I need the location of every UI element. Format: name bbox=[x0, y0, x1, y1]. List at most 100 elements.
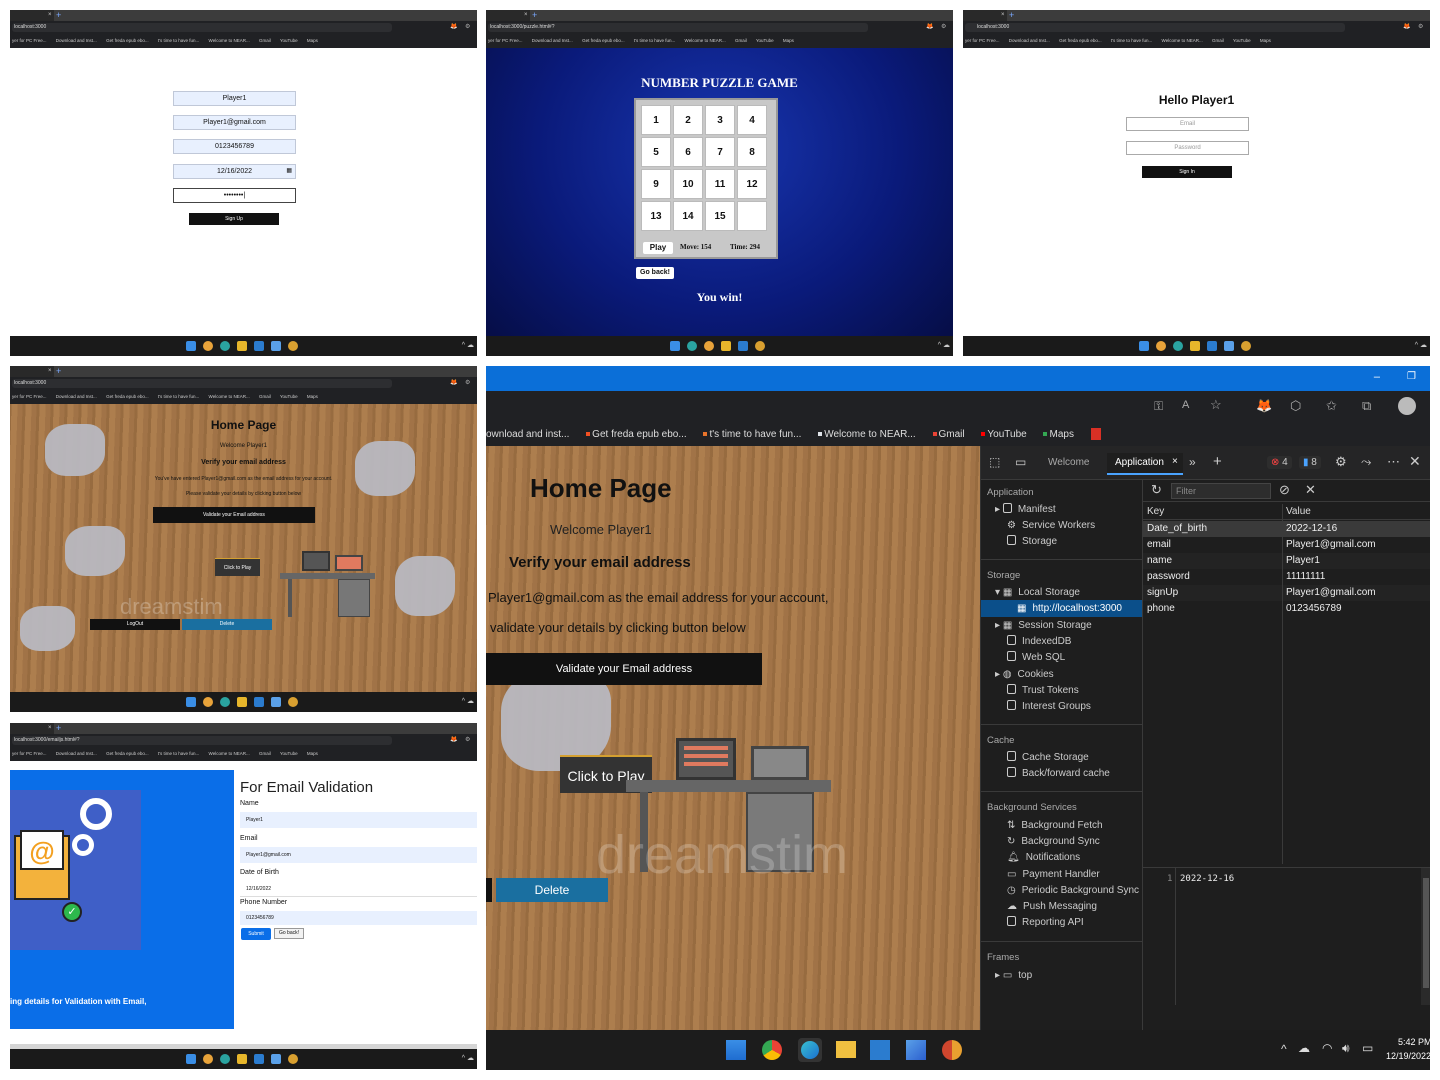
restore-icon[interactable]: ❐ bbox=[1407, 371, 1416, 382]
bookmark[interactable]: Maps bbox=[783, 38, 794, 43]
tree-item-bg-sync[interactable]: ↻ Background Sync bbox=[1007, 833, 1100, 850]
email-input[interactable]: Player1@gmail.com bbox=[173, 115, 296, 130]
tree-item-interest-groups[interactable]: Interest Groups bbox=[1007, 698, 1091, 715]
browser-tab[interactable]: × bbox=[10, 366, 54, 377]
bookmark[interactable]: yer for PC Free... bbox=[488, 38, 523, 43]
go-back-button[interactable]: Go back! bbox=[274, 928, 304, 939]
chrome-canary-icon[interactable] bbox=[288, 697, 298, 707]
tree-item-bg-fetch[interactable]: ⇅ Background Fetch bbox=[1007, 817, 1103, 834]
bookmark[interactable]: t's time to have fun... bbox=[158, 394, 199, 399]
phone-field[interactable]: 0123456789 bbox=[240, 911, 477, 925]
calendar-icon[interactable]: ▦ bbox=[286, 165, 292, 178]
tray-icons[interactable]: ^ ☁ bbox=[462, 697, 474, 705]
bookmark[interactable]: YouTube bbox=[756, 38, 774, 43]
puzzle-tile[interactable]: 5 bbox=[641, 137, 671, 167]
dob-field[interactable]: 12/16/2022 bbox=[240, 881, 477, 897]
bookmark[interactable]: t's time to have fun... bbox=[158, 38, 199, 43]
folder-icon[interactable] bbox=[721, 341, 731, 351]
puzzle-tile[interactable]: 11 bbox=[705, 169, 735, 199]
validate-email-button[interactable]: Validate your Email address bbox=[486, 653, 762, 685]
column-value[interactable]: Value bbox=[1286, 504, 1311, 520]
delete-button[interactable]: Delete bbox=[182, 619, 272, 630]
tree-item-trust-tokens[interactable]: Trust Tokens bbox=[1007, 682, 1079, 699]
vscode-icon[interactable] bbox=[254, 697, 264, 707]
tree-item-websql[interactable]: Web SQL bbox=[1007, 649, 1065, 666]
read-aloud-icon[interactable]: A bbox=[1182, 399, 1189, 411]
onedrive-icon[interactable]: ☁ bbox=[1298, 1041, 1310, 1055]
bookmark[interactable]: Welcome to NEAR... bbox=[209, 751, 250, 756]
favorite-add-icon[interactable]: ☆ bbox=[1210, 397, 1222, 413]
tab-close-icon[interactable]: × bbox=[48, 725, 52, 731]
edge-icon[interactable] bbox=[220, 1054, 230, 1064]
bookmark[interactable]: Get freda epub ebo... bbox=[106, 751, 149, 756]
device-icon[interactable]: ▭ bbox=[1015, 455, 1026, 469]
browser-tab[interactable]: × bbox=[963, 10, 1007, 21]
phone-input[interactable]: 0123456789 bbox=[173, 139, 296, 154]
bookmark[interactable]: Welcome to NEAR... bbox=[685, 38, 726, 43]
bookmark[interactable]: Welcome to NEAR... bbox=[1162, 38, 1203, 43]
puzzle-tile[interactable]: 3 bbox=[705, 105, 735, 135]
message-badge[interactable]: ▮ 8 bbox=[1299, 456, 1321, 469]
bookmark[interactable]: Gmail bbox=[735, 38, 747, 43]
chrome-icon[interactable] bbox=[762, 1040, 782, 1060]
close-devtools-icon[interactable]: ✕ bbox=[1409, 453, 1421, 470]
bookmark[interactable]: YouTube bbox=[280, 38, 298, 43]
bookmark[interactable]: t's time to have fun... bbox=[634, 38, 675, 43]
settings-icon[interactable]: ⚙ bbox=[465, 23, 470, 30]
tree-item-service-workers[interactable]: ⚙ Service Workers bbox=[1007, 517, 1095, 534]
bookmark[interactable]: Download and Inst... bbox=[1009, 38, 1050, 43]
chrome-canary-icon[interactable] bbox=[942, 1040, 962, 1060]
bookmark[interactable]: Maps bbox=[307, 38, 318, 43]
new-tab-button[interactable]: + bbox=[56, 366, 61, 377]
puzzle-tile[interactable]: 2 bbox=[673, 105, 703, 135]
more-tabs-icon[interactable]: » bbox=[1189, 455, 1196, 469]
bookmark[interactable]: YouTube bbox=[1233, 38, 1251, 43]
click-to-play-button[interactable]: Click to Play bbox=[215, 558, 260, 576]
extensions-icon[interactable]: ⬡ bbox=[1290, 398, 1301, 414]
play-button[interactable]: Play bbox=[643, 242, 673, 254]
add-tab-icon[interactable]: + bbox=[1213, 453, 1222, 470]
metamask-icon[interactable]: 🦊 bbox=[1403, 23, 1410, 30]
tab-close-icon[interactable]: × bbox=[524, 12, 528, 18]
avatar[interactable] bbox=[1398, 397, 1416, 415]
table-row[interactable]: phone 0123456789 bbox=[1143, 601, 1430, 617]
sign-up-button[interactable]: Sign Up bbox=[189, 213, 279, 225]
tree-item-indexeddb[interactable]: IndexedDB bbox=[1007, 633, 1071, 650]
folder-icon[interactable] bbox=[836, 1041, 856, 1058]
vscode-icon[interactable] bbox=[870, 1040, 890, 1060]
battery-icon[interactable]: ▭ bbox=[1362, 1041, 1373, 1055]
table-row[interactable]: Date_of_birth 2022-12-16 bbox=[1143, 521, 1430, 537]
metamask-icon[interactable]: 🦊 bbox=[450, 23, 457, 30]
tree-item-manifest[interactable]: ▸ Manifest bbox=[995, 501, 1056, 518]
settings-icon[interactable]: ⚙ bbox=[465, 736, 470, 743]
start-icon[interactable] bbox=[1139, 341, 1149, 351]
puzzle-tile[interactable]: 10 bbox=[673, 169, 703, 199]
browser-tab[interactable]: × bbox=[10, 723, 54, 734]
puzzle-tile[interactable]: 7 bbox=[705, 137, 735, 167]
folder-icon[interactable] bbox=[237, 1054, 247, 1064]
bookmark[interactable]: Download and Inst... bbox=[532, 38, 573, 43]
photos-icon[interactable] bbox=[271, 341, 281, 351]
tree-item-cookies[interactable]: ▸ ◍ Cookies bbox=[995, 666, 1054, 683]
filter-input[interactable]: Filter bbox=[1171, 483, 1271, 499]
table-row[interactable]: name Player1 bbox=[1143, 553, 1430, 569]
bookmark[interactable]: Get freda epub ebo... bbox=[106, 394, 149, 399]
tray-icons[interactable]: ^ ☁ bbox=[462, 1054, 474, 1062]
address-bar[interactable]: localhost:3000 bbox=[12, 23, 392, 32]
validate-email-button[interactable]: Validate your Email address bbox=[153, 507, 315, 523]
tree-item-push-messaging[interactable]: ☁ Push Messaging bbox=[1007, 898, 1097, 915]
puzzle-tile[interactable]: 14 bbox=[673, 201, 703, 231]
tray-icons[interactable]: ^ ☁ bbox=[1415, 341, 1427, 349]
tree-item-periodic-sync[interactable]: ◷ Periodic Background Sync bbox=[1007, 882, 1139, 899]
bookmark[interactable]: YouTube bbox=[280, 751, 298, 756]
bookmark[interactable]: t's time to have fun... bbox=[1111, 38, 1152, 43]
bookmark[interactable]: Maps bbox=[307, 394, 318, 399]
sign-in-button[interactable]: Sign In bbox=[1142, 166, 1232, 178]
settings-icon[interactable]: ⚙ bbox=[465, 379, 470, 386]
folder-icon[interactable] bbox=[1190, 341, 1200, 351]
bookmark[interactable]: Gmail bbox=[259, 751, 271, 756]
vscode-icon[interactable] bbox=[1207, 341, 1217, 351]
bookmark[interactable]: Gmail bbox=[932, 429, 965, 440]
bookmark[interactable]: yer for PC Free... bbox=[12, 38, 47, 43]
puzzle-tile[interactable]: 1 bbox=[641, 105, 671, 135]
